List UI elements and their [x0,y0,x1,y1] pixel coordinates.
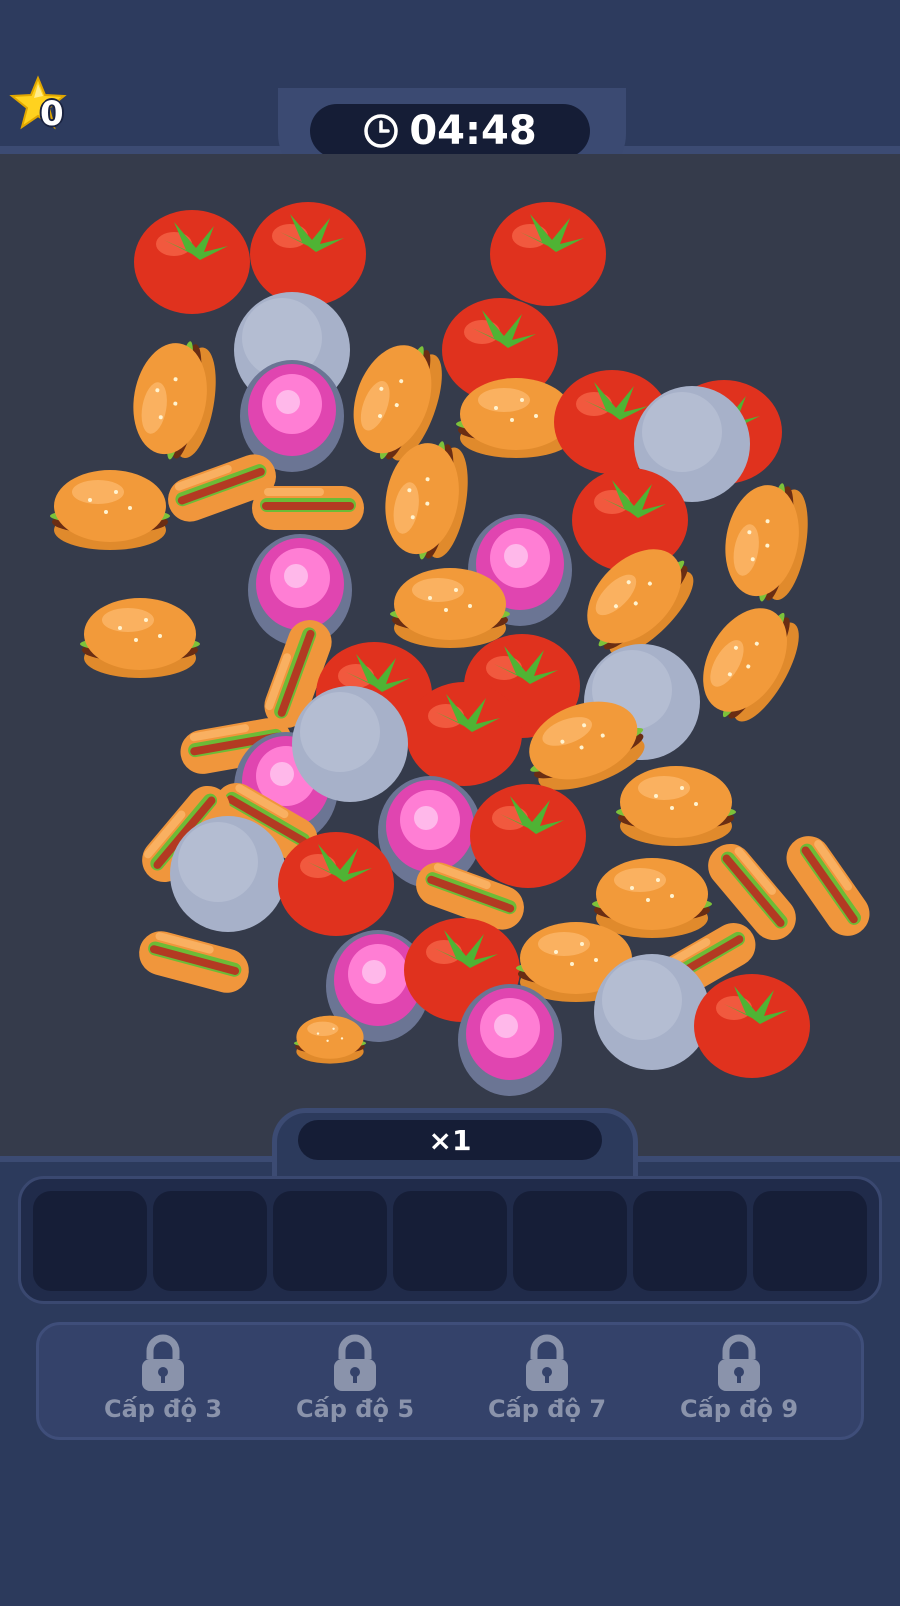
booster-level-label: Cấp độ 9 [679,1395,799,1423]
pile-tomato [250,202,366,306]
pile-hamburger [50,470,170,550]
pile-gray-lid [594,954,710,1070]
pile-gray-lid [170,816,286,932]
pile-tomato [278,832,394,936]
booster-level-label: Cấp độ 3 [103,1395,223,1423]
tray-slot [753,1191,867,1291]
pile-tomato [694,974,810,1078]
tray-slot [393,1191,507,1291]
combo-multiplier: ×1 [428,1123,472,1157]
score-counter: 0 [40,94,64,134]
lock-icon [718,1334,760,1391]
lock-icon [334,1334,376,1391]
pile-tomato [470,784,586,888]
pile-tomato [134,210,250,314]
booster-level-label: Cấp độ 7 [487,1395,607,1423]
locked-booster-2[interactable]: Cấp độ 5 [265,1333,445,1433]
timer-text: 04:48 [409,108,537,154]
pile-pink-jar [458,984,562,1096]
pile-tomato [490,202,606,306]
timer: 04:48 [310,104,590,158]
pile-hamburger [683,590,814,734]
tray-slot [273,1191,387,1291]
locked-booster-4[interactable]: Cấp độ 9 [649,1333,829,1433]
pile-hot-dog [252,486,364,530]
pile-hot-dog [134,926,254,998]
pile-hamburger [592,858,712,938]
pile-hamburger [80,598,200,678]
pile-hamburger [616,766,736,846]
tray-slot [633,1191,747,1291]
item-pile [50,202,879,1096]
pile-gray-lid [292,686,408,802]
pile-hamburger [124,333,224,466]
clock-icon [364,114,399,148]
booster-panel: Cấp độ 3 Cấp độ 5 Cấp độ 7 Cấp độ 9 [36,1322,864,1440]
tray-slot [513,1191,627,1291]
tray-slot [33,1191,147,1291]
collection-tray [18,1176,882,1304]
pile-tomato [406,682,522,786]
lock-icon [142,1334,184,1391]
pile-hamburger [716,475,816,608]
combo-meter: ×1 [298,1120,602,1160]
booster-level-label: Cấp độ 5 [295,1395,415,1423]
lock-icon [526,1334,568,1391]
locked-booster-1[interactable]: Cấp độ 3 [73,1333,253,1433]
locked-booster-3[interactable]: Cấp độ 7 [457,1333,637,1433]
tray-slot [153,1191,267,1291]
